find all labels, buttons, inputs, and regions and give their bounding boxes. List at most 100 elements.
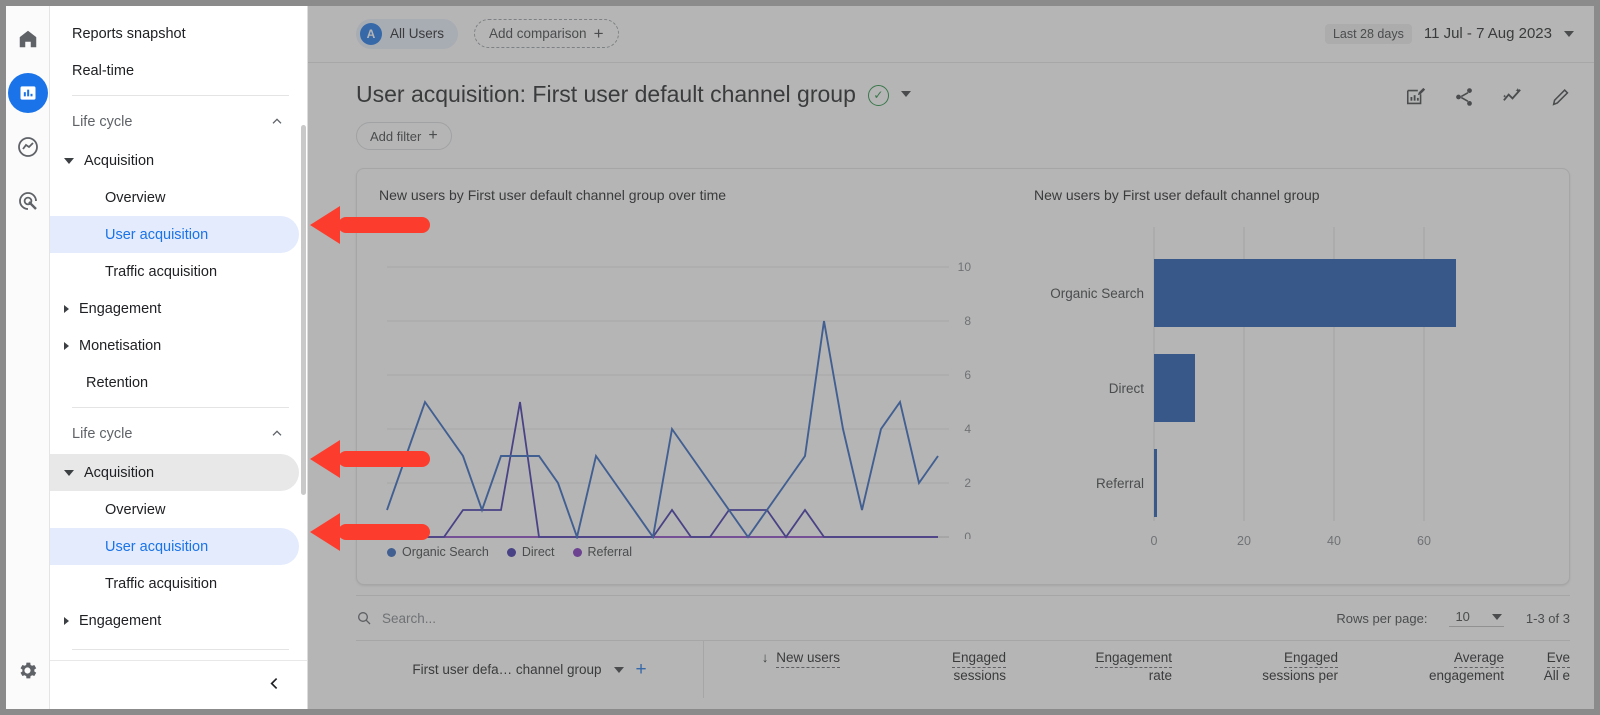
admin-gear-icon[interactable] — [8, 650, 48, 690]
nav-item-label: Acquisition — [84, 464, 155, 481]
nav-item-label: Engagement — [79, 300, 162, 317]
nav-item-user-acquisition-2[interactable]: User acquisition — [50, 528, 299, 565]
metric-label-line2: sessions — [953, 667, 1006, 683]
bar-referral — [1154, 449, 1157, 517]
bar-chart-plot[interactable]: Organic Search Direct Referral 0 20 40 6… — [1034, 209, 1504, 564]
svg-text:40: 40 — [1327, 534, 1341, 548]
plus-icon: + — [593, 24, 604, 43]
nav-item-retention[interactable]: Retention — [50, 364, 299, 401]
check-circle-icon[interactable]: ✓ — [867, 84, 889, 106]
add-filter-button[interactable]: Add filter + — [356, 122, 452, 150]
nav-reports-snapshot[interactable]: Reports snapshot — [50, 15, 299, 52]
edit-pencil-icon[interactable] — [1550, 86, 1572, 113]
nav-item-engagement[interactable]: Engagement — [50, 290, 299, 327]
nav-section-life-cycle-1[interactable]: Life cycle — [50, 102, 307, 142]
nav-item-engagement-2[interactable]: Engagement — [50, 602, 299, 639]
nav-item-label: Acquisition — [84, 152, 155, 169]
advertising-icon[interactable] — [8, 181, 48, 221]
svg-text:4: 4 — [964, 422, 971, 436]
chevron-down-icon[interactable] — [1564, 30, 1574, 37]
nav-item-label: Retention — [86, 374, 149, 391]
arrow-acquisition-group — [310, 440, 430, 478]
nav-section-life-cycle-2[interactable]: Life cycle — [50, 414, 307, 454]
all-users-chip[interactable]: A All Users — [356, 18, 459, 49]
audience-avatar: A — [360, 22, 382, 45]
search-icon — [356, 610, 372, 626]
nav-item-acquisition-2[interactable]: Acquisition — [50, 454, 299, 491]
insights-icon[interactable] — [1405, 86, 1427, 113]
table-header-dimension[interactable]: First user defa… channel group + — [356, 641, 704, 698]
svg-text:0: 0 — [1151, 534, 1158, 548]
arrow-shaft — [338, 451, 430, 467]
arrow-head — [310, 206, 340, 244]
table-header-row: First user defa… channel group + ↓ New u… — [356, 640, 1570, 698]
legend-label: Direct — [521, 545, 555, 559]
table-header-event-count[interactable]: Eve All e — [1518, 641, 1570, 698]
table-header-engaged-sessions[interactable]: Engaged sessions — [854, 641, 1020, 698]
legend-dot-icon — [572, 547, 582, 557]
table-header-new-users[interactable]: ↓ New users — [704, 641, 854, 698]
nav-item-label: Reports snapshot — [72, 25, 186, 42]
data-table: Search... Rows per page: 10 1-3 of 3 Fir… — [356, 595, 1570, 698]
plus-icon: + — [428, 127, 438, 144]
main-content: A All Users Add comparison + Last 28 day… — [308, 5, 1594, 710]
arrow-shaft — [338, 524, 430, 540]
svg-text:Organic Search: Organic Search — [1050, 286, 1144, 301]
nav-item-label: Real-time — [72, 62, 135, 79]
table-toolbar: Search... Rows per page: 10 1-3 of 3 — [356, 596, 1570, 640]
nav-real-time[interactable]: Real-time — [50, 52, 299, 89]
rows-per-page-select[interactable]: 10 — [1449, 609, 1504, 627]
nav-item-label: Traffic acquisition — [105, 575, 218, 592]
line-chart-card: New users by First user default channel … — [357, 169, 1012, 584]
explore-icon[interactable] — [8, 127, 48, 167]
legend-item-direct[interactable]: Direct — [506, 545, 555, 559]
collapse-nav-button[interactable] — [266, 675, 283, 696]
legend-dot-icon — [506, 547, 516, 557]
home-icon[interactable] — [8, 19, 48, 59]
nav-item-monetisation[interactable]: Monetisation — [50, 327, 299, 364]
nav-item-traffic-acquisition[interactable]: Traffic acquisition — [50, 253, 299, 290]
date-preset-label: Last 28 days — [1324, 23, 1412, 44]
metric-label-line2: rate — [1148, 667, 1172, 683]
chevron-down-icon[interactable] — [1491, 613, 1502, 620]
share-icon[interactable] — [1453, 86, 1475, 113]
nav-scrollbar[interactable] — [301, 125, 306, 495]
svg-text:60: 60 — [1417, 534, 1431, 548]
date-range-label: 11 Jul - 7 Aug 2023 — [1423, 25, 1552, 42]
nav-item-label: Traffic acquisition — [105, 263, 218, 280]
arrow-shaft — [338, 217, 430, 233]
chevron-up-icon[interactable] — [269, 426, 285, 442]
add-comparison-button[interactable]: Add comparison + — [474, 19, 619, 48]
bar-chart-title: New users by First user default channel … — [1034, 187, 1320, 203]
chevron-down-icon[interactable] — [613, 666, 624, 673]
metric-label-line1: Average — [1453, 650, 1504, 668]
nav-item-overview-2[interactable]: Overview — [50, 491, 299, 528]
date-range-control[interactable]: Last 28 days 11 Jul - 7 Aug 2023 — [1324, 23, 1574, 44]
chevron-up-icon[interactable] — [269, 114, 285, 130]
nav-footer — [50, 660, 307, 710]
metric-label-line1: Engaged — [1283, 650, 1338, 668]
add-filter-row: Add filter + — [308, 113, 1594, 150]
icon-rail — [6, 5, 50, 710]
table-header-engaged-sessions-per[interactable]: Engaged sessions per — [1186, 641, 1352, 698]
line-chart-plot[interactable]: 10 8 6 4 2 0 16Jul — [379, 209, 991, 539]
add-dimension-button[interactable]: + — [636, 660, 647, 679]
caret-down-icon — [64, 157, 74, 164]
app-root: Reports snapshot Real-time Life cycle Ac… — [0, 0, 1600, 715]
search-input[interactable]: Search... — [382, 611, 436, 626]
compare-icon[interactable] — [1501, 85, 1524, 113]
table-header-engagement-rate[interactable]: Engagement rate — [1020, 641, 1186, 698]
nav-item-user-acquisition[interactable]: User acquisition — [50, 216, 299, 253]
reports-icon[interactable] — [7, 73, 48, 113]
nav-item-overview[interactable]: Overview — [50, 179, 299, 216]
nav-item-label: Monetisation — [79, 337, 162, 354]
bar-direct — [1154, 354, 1195, 422]
legend-item-referral[interactable]: Referral — [572, 545, 632, 559]
title-chevron-down-icon[interactable] — [900, 91, 911, 97]
sort-desc-icon[interactable]: ↓ — [762, 650, 769, 665]
table-header-average-engagement[interactable]: Average engagement — [1352, 641, 1518, 698]
arrow-head — [310, 440, 340, 478]
nav-item-traffic-acquisition-2[interactable]: Traffic acquisition — [50, 565, 299, 602]
nav-item-acquisition[interactable]: Acquisition — [50, 142, 299, 179]
legend-label: Referral — [587, 545, 632, 559]
